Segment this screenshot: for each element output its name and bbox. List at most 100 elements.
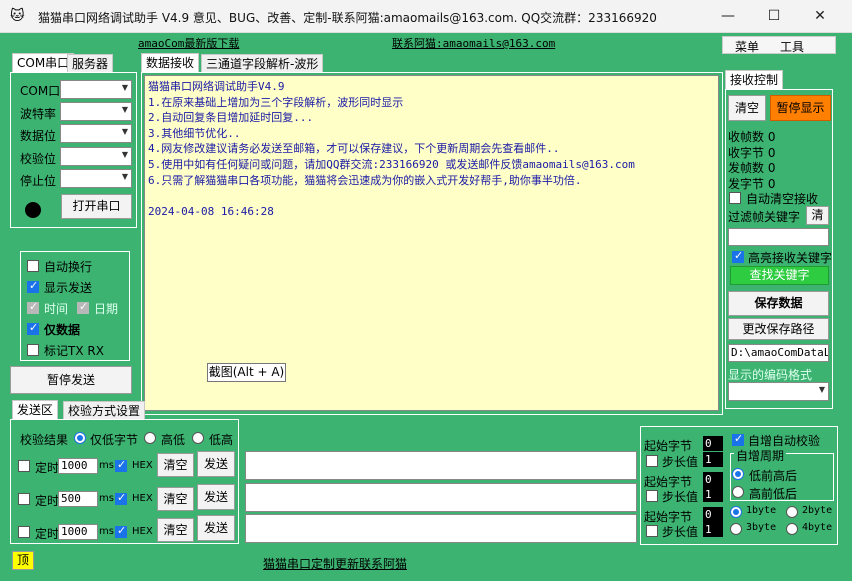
byte3-radio[interactable]: [730, 523, 742, 535]
pause-send-button[interactable]: 暂停发送: [10, 366, 132, 394]
highlight-keyword-checkbox[interactable]: [732, 249, 744, 263]
check-result-label: 校验结果: [20, 433, 69, 447]
encoding-format-select[interactable]: ▼: [728, 382, 829, 401]
menu-item-tools[interactable]: 工具: [780, 38, 804, 55]
tx-frames-count: 发帧数 0: [728, 161, 776, 175]
contact-link[interactable]: 联系阿猫:amaomails@163.com: [392, 35, 555, 51]
byte1-label: 1byte: [746, 505, 777, 516]
open-port-button[interactable]: 打开串口: [61, 194, 132, 219]
step-value-3[interactable]: 1: [703, 522, 723, 537]
receive-textarea[interactable]: 猫猫串口网络调试助手V4.9 1.在原来基础上增加为三个字段解析，波形同时显示 …: [144, 75, 719, 411]
byte1-radio[interactable]: [730, 506, 742, 518]
clear-send-button-2[interactable]: 清空: [157, 487, 194, 511]
timer-checkbox-3[interactable]: [18, 526, 30, 538]
mark-tx-rx-label: 标记TX RX: [44, 344, 104, 358]
date-label: 日期: [94, 302, 119, 316]
byte4-radio[interactable]: [786, 523, 798, 535]
save-path-input[interactable]: D:\amaoComDataLo: [728, 344, 829, 362]
ms-label-3: ms: [99, 526, 114, 537]
timer-checkbox-2[interactable]: [18, 493, 30, 505]
menu-item-menu[interactable]: 菜单: [735, 38, 759, 55]
show-send-label: 显示发送: [44, 281, 93, 295]
tab-triple-channel[interactable]: 三通道字段解析-波形: [201, 54, 324, 73]
hex-checkbox-2[interactable]: [115, 491, 127, 505]
receive-line: 3.其他细节优化..: [148, 126, 241, 140]
send-input-3[interactable]: [245, 514, 637, 543]
receive-line: 2.自动回复条目增加延时回复...: [148, 111, 314, 125]
send-input-1[interactable]: [245, 451, 637, 480]
stop-bits-select[interactable]: ▼: [60, 169, 132, 188]
send-button-2[interactable]: 发送: [197, 484, 235, 510]
close-button[interactable]: ✕: [797, 0, 843, 32]
com-port-select[interactable]: ▼: [60, 80, 132, 99]
stop-bits-label: 停止位: [20, 174, 57, 188]
auto-increment-checkbox[interactable]: [732, 432, 744, 446]
step-checkbox-2[interactable]: [646, 490, 658, 502]
start-byte-value-3[interactable]: 0: [703, 507, 723, 522]
timer-interval-input-3[interactable]: 1000: [58, 524, 98, 540]
maximize-button[interactable]: ☐: [751, 0, 797, 32]
change-path-button[interactable]: 更改保存路径: [728, 318, 829, 340]
save-data-button[interactable]: 保存数据: [728, 291, 829, 316]
baud-rate-select[interactable]: ▼: [60, 102, 132, 121]
clear-receive-button[interactable]: 清空: [728, 95, 766, 121]
footer-link[interactable]: 猫猫串口定制更新联系阿猫: [263, 555, 407, 572]
byte4-label: 4byte: [802, 522, 833, 533]
high-first-radio[interactable]: [732, 486, 744, 498]
start-byte-value-1[interactable]: 0: [703, 436, 723, 451]
step-checkbox-1[interactable]: [646, 455, 658, 467]
data-only-checkbox[interactable]: [27, 321, 39, 335]
chevron-down-icon: ▼: [121, 83, 128, 92]
filter-keyword-label: 过滤帧关键字: [728, 210, 801, 224]
filter-keyword-input[interactable]: [728, 228, 829, 246]
chevron-down-icon: ▼: [121, 127, 128, 136]
data-bits-label: 数据位: [20, 129, 57, 143]
filter-clear-button[interactable]: 清: [806, 206, 829, 225]
download-link[interactable]: amaoCom最新版下载: [138, 35, 239, 51]
start-byte-value-2[interactable]: 0: [703, 472, 723, 487]
auto-wrap-checkbox[interactable]: [27, 260, 39, 272]
timer-checkbox-1[interactable]: [18, 460, 30, 472]
low-byte-radio[interactable]: [74, 432, 86, 444]
high-low-radio[interactable]: [144, 432, 156, 444]
tab-receive-control[interactable]: 接收控制: [725, 70, 784, 89]
parity-select[interactable]: ▼: [60, 147, 132, 166]
low-high-radio[interactable]: [192, 432, 204, 444]
clear-send-button-3[interactable]: 清空: [157, 518, 194, 542]
step-checkbox-3[interactable]: [646, 525, 658, 537]
tab-server[interactable]: 服务器: [67, 54, 114, 73]
minimize-button[interactable]: —: [705, 0, 751, 32]
time-checkbox[interactable]: [27, 300, 39, 314]
show-send-checkbox[interactable]: [27, 279, 39, 293]
timer-interval-input-2[interactable]: 500: [58, 491, 98, 507]
byte2-radio[interactable]: [786, 506, 798, 518]
low-first-radio[interactable]: [732, 468, 744, 480]
pause-display-button[interactable]: 暂停显示: [770, 95, 831, 121]
mark-tx-rx-checkbox[interactable]: [27, 344, 39, 356]
send-input-2[interactable]: [245, 483, 637, 512]
receive-line: 1.在原来基础上增加为三个字段解析，波形同时显示: [148, 95, 404, 109]
ms-label-1: ms: [99, 460, 114, 471]
send-button-1[interactable]: 发送: [197, 451, 235, 477]
topmost-button[interactable]: 顶: [12, 551, 34, 570]
hex-checkbox-3[interactable]: [115, 524, 127, 538]
data-bits-select[interactable]: ▼: [60, 124, 132, 143]
tab-com[interactable]: COM串口: [12, 53, 75, 72]
auto-clear-checkbox[interactable]: [729, 192, 741, 204]
step-value-2[interactable]: 1: [703, 487, 723, 502]
hex-label-2: HEX: [132, 493, 153, 504]
date-checkbox[interactable]: [77, 300, 89, 314]
tab-send-area[interactable]: 发送区: [12, 400, 59, 419]
tab-data-receive[interactable]: 数据接收: [141, 53, 200, 72]
receive-line: [148, 188, 715, 204]
find-keyword-button[interactable]: 查找关键字: [730, 266, 829, 285]
tab-checksum-settings[interactable]: 校验方式设置: [63, 401, 146, 420]
receive-line: 猫猫串口网络调试助手V4.9: [148, 80, 285, 93]
clear-send-button-1[interactable]: 清空: [157, 453, 194, 477]
low-first-label: 低前高后: [749, 469, 798, 483]
timer-label-2: 定时: [35, 494, 60, 508]
send-button-3[interactable]: 发送: [197, 515, 235, 541]
hex-checkbox-1[interactable]: [115, 458, 127, 472]
timer-interval-input-1[interactable]: 1000: [58, 458, 98, 474]
step-value-1[interactable]: 1: [703, 452, 723, 467]
